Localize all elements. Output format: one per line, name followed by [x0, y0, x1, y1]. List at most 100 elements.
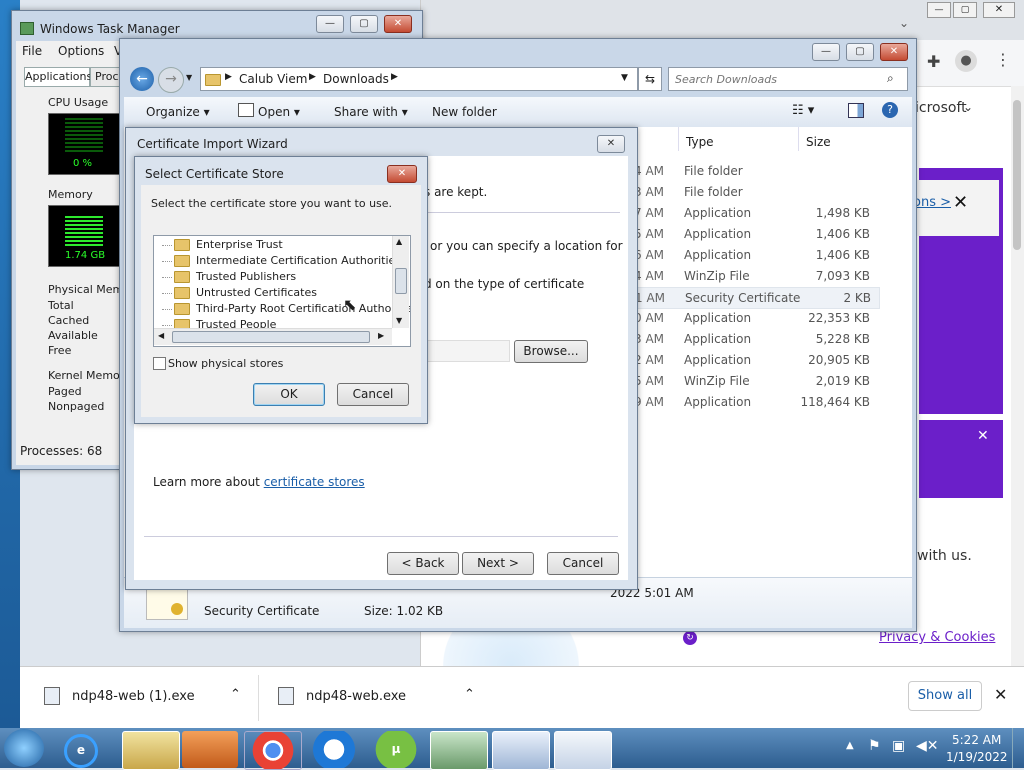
task-manager-taskbar-icon[interactable] [430, 731, 488, 770]
show-hidden-icons[interactable]: ▲ [846, 740, 854, 751]
close-icon[interactable]: ✕ [977, 428, 989, 444]
store-tree-vscroll[interactable]: ▲ ▼ [392, 236, 409, 328]
chevron-down-icon[interactable]: ⌄ [899, 16, 909, 30]
ie-icon[interactable]: e [64, 734, 98, 768]
menu-file[interactable]: File [22, 44, 42, 58]
security-app-icon[interactable] [306, 731, 362, 768]
volume-muted-icon[interactable]: ◀✕ [916, 738, 939, 754]
forward-button[interactable]: → [158, 67, 184, 93]
show-physical-label[interactable]: Show physical stores [168, 357, 283, 370]
back-button[interactable]: < Back [387, 552, 459, 575]
views-icon[interactable]: ☷ ▾ [792, 103, 814, 118]
browser-minimize-button[interactable]: — [927, 2, 951, 18]
store-item[interactable]: Intermediate Certification Authorities [162, 254, 401, 267]
scrollbar-thumb[interactable] [1013, 100, 1021, 250]
scroll-up-icon[interactable]: ▲ [396, 237, 402, 246]
scroll-thumb[interactable] [395, 268, 407, 294]
store-item[interactable]: Untrusted Certificates [162, 286, 317, 299]
browse-button[interactable]: Browse... [514, 340, 588, 363]
chevron-up-icon[interactable]: ⌃ [230, 687, 241, 702]
chrome-icon[interactable] [244, 731, 302, 770]
breadcrumb-downloads[interactable]: Downloads [323, 72, 389, 86]
breadcrumb-chevron-icon[interactable]: ▶ [225, 72, 232, 82]
back-button[interactable]: ← [130, 67, 154, 91]
close-downloads-icon[interactable]: ✕ [994, 685, 1007, 704]
browser-maximize-button[interactable]: ▢ [953, 2, 977, 18]
file-row[interactable]: 6 AM Application 1,406 KB [634, 245, 878, 265]
tm-close-button[interactable]: ✕ [384, 15, 412, 33]
certificate-taskbar-icon[interactable] [492, 731, 550, 770]
tm-maximize-button[interactable]: ▢ [350, 15, 378, 33]
store-item[interactable]: Third-Party Root Certification Authoriti… [162, 302, 410, 315]
scroll-left-icon[interactable]: ◀ [158, 331, 164, 340]
file-row[interactable]: 5 AM WinZip File 2,019 KB [634, 371, 878, 391]
show-all-button[interactable]: Show all [908, 681, 982, 711]
show-physical-checkbox[interactable] [153, 357, 166, 370]
profile-avatar[interactable]: ● [955, 50, 977, 72]
store-path-input[interactable] [424, 340, 510, 362]
media-player-icon[interactable] [182, 731, 238, 768]
network-icon[interactable]: ▣ [892, 738, 905, 754]
start-button[interactable] [4, 729, 44, 767]
store-cancel-button[interactable]: Cancel [337, 383, 409, 406]
clock-date[interactable]: 1/19/2022 [946, 750, 1008, 764]
file-row[interactable]: 9 AM Application 118,464 KB [634, 392, 878, 412]
explorer-maximize-button[interactable]: ▢ [846, 43, 874, 61]
breadcrumb-user[interactable]: Calub Viem [239, 72, 307, 86]
chevron-down-icon[interactable]: ⌄ [963, 100, 973, 114]
wizard-close-button[interactable]: ✕ [597, 135, 625, 153]
explorer-taskbar-icon[interactable] [122, 731, 180, 770]
recent-pages-icon[interactable]: ▼ [186, 73, 192, 82]
close-icon[interactable]: ✕ [953, 192, 968, 213]
browser-close-button[interactable]: ✕ [983, 2, 1015, 18]
scroll-right-icon[interactable]: ▶ [378, 331, 384, 340]
flag-icon[interactable]: ⚑ [868, 738, 881, 754]
file-row[interactable]: 4 AM WinZip File 7,093 KB [634, 266, 878, 286]
menu-options[interactable]: Options [58, 44, 104, 58]
file-row[interactable]: 1 AM Security Certificate 2 KB [634, 287, 880, 309]
file-row[interactable]: 3 AM Application 5,228 KB [634, 329, 878, 349]
wizard-cancel-button[interactable]: Cancel [547, 552, 619, 575]
column-header-type[interactable]: Type [686, 135, 796, 149]
utorrent-icon[interactable]: µ [368, 731, 424, 768]
search-icon[interactable]: ⌕ [887, 71, 894, 86]
search-input[interactable] [673, 70, 877, 88]
next-button[interactable]: Next > [462, 552, 534, 575]
store-item[interactable]: Enterprise Trust [162, 238, 283, 251]
tab-applications[interactable]: Applications [24, 67, 92, 87]
help-icon[interactable]: ? [882, 102, 898, 118]
new-folder-button[interactable]: New folder [432, 105, 497, 119]
clock-time[interactable]: 5:22 AM [952, 733, 1001, 747]
refresh-button[interactable]: ⇆ [638, 67, 662, 91]
hscroll-thumb[interactable] [172, 331, 370, 343]
scroll-down-icon[interactable]: ▼ [396, 316, 402, 325]
explorer-minimize-button[interactable]: — [812, 43, 840, 61]
file-row[interactable]: 3 AM File folder [634, 182, 878, 202]
file-row[interactable]: 2 AM Application 20,905 KB [634, 350, 878, 370]
file-row[interactable]: 5 AM Application 1,406 KB [634, 224, 878, 244]
file-row[interactable]: 4 AM File folder [634, 161, 878, 181]
breadcrumb-chevron-icon[interactable]: ▶ [391, 72, 398, 82]
show-desktop-button[interactable] [1012, 728, 1024, 768]
download-item-1[interactable]: ndp48-web (1).exe [72, 689, 195, 704]
promo-link[interactable]: ons > [913, 195, 951, 210]
column-header-size[interactable]: Size [806, 135, 831, 149]
download-item-2[interactable]: ndp48-web.exe [306, 689, 406, 704]
tm-minimize-button[interactable]: — [316, 15, 344, 33]
store-dialog-close-button[interactable]: ✕ [387, 165, 417, 183]
search-box[interactable]: ⌕ [668, 67, 908, 91]
address-dropdown-icon[interactable]: ▼ [621, 73, 628, 83]
explorer-close-button[interactable]: ✕ [880, 43, 908, 61]
chevron-up-icon[interactable]: ⌃ [464, 687, 475, 702]
privacy-link[interactable]: Privacy & Cookies [879, 630, 995, 645]
breadcrumb-chevron-icon[interactable]: ▶ [309, 72, 316, 82]
file-row[interactable]: 0 AM Application 22,353 KB [634, 308, 878, 328]
share-with-button[interactable]: Share with ▾ [334, 105, 408, 119]
extensions-icon[interactable]: ✚ [927, 52, 940, 71]
store-tree[interactable]: Enterprise Trust Intermediate Certificati… [153, 235, 411, 347]
ok-button[interactable]: OK [253, 383, 325, 406]
browser-menu-icon[interactable]: ⋮ [995, 50, 1011, 69]
file-row[interactable]: 7 AM Application 1,498 KB [634, 203, 878, 223]
preview-pane-icon[interactable] [848, 103, 864, 118]
document-taskbar-icon[interactable] [554, 731, 612, 770]
